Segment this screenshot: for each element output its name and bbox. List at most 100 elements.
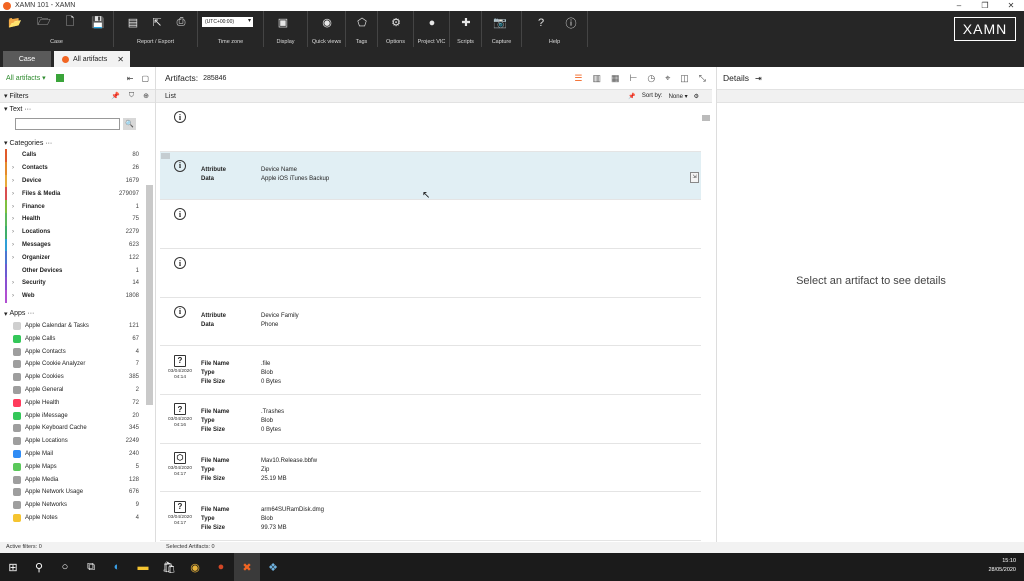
pin-icon[interactable]: 📌 [628,93,635,100]
artifact-row[interactable]: ? 03/04/2020 04:17 File Name arm64SURamDisk… [160,492,701,542]
map-view-icon[interactable]: ⌖ [665,73,670,84]
chevron-right-icon[interactable]: › [12,293,14,299]
save-icon[interactable]: 💾 [91,16,105,29]
file-explorer-icon[interactable]: ▬ [130,553,156,581]
puzzle-icon[interactable]: ✚ [459,16,473,29]
app-item[interactable]: Apple Health 72 [0,396,155,409]
expand-panel-icon[interactable]: ⇥ [755,74,762,83]
app-item[interactable]: Apple Locations 2249 [0,435,155,448]
hierarchy-view-icon[interactable]: ⊢ [630,73,638,84]
eye-icon[interactable]: ◉ [320,16,334,29]
timeline-view-icon[interactable]: ◷ [647,73,655,84]
app-item[interactable]: Apple General 2 [0,384,155,397]
connections-view-icon[interactable]: ⤡ [699,73,706,84]
windows-start-icon[interactable]: ⊞ [0,553,26,581]
app-taskbar-icon[interactable]: ❖ [260,553,286,581]
maximize-button[interactable]: ❐ [972,0,998,11]
app-item[interactable]: Apple Networks 9 [0,499,155,512]
more-icon[interactable]: ··· [43,140,52,147]
text-section-header[interactable]: ▾ Text ··· [0,103,155,115]
cortana-icon[interactable]: ○ [52,553,78,581]
filters-scrollbar[interactable] [146,185,153,405]
categories-header[interactable]: ▾ Categories ··· [0,137,155,149]
print-icon[interactable]: ⎙ [174,16,188,29]
artifact-row[interactable]: i [160,200,701,249]
column-view-icon[interactable]: ▥ [592,73,601,84]
app-item[interactable]: Apple Media 128 [0,473,155,486]
grid-view-icon[interactable] [55,74,64,82]
text-filter-input[interactable] [15,118,120,130]
chrome-icon[interactable]: ◉ [182,553,208,581]
chevron-right-icon[interactable]: › [12,280,14,286]
system-clock[interactable]: 15:10 28/05/2020 [988,557,1016,575]
app-item[interactable]: Apple iMessage 20 [0,409,155,422]
display-icon[interactable]: ▣ [276,16,290,29]
store-icon[interactable]: 🛍 [156,553,182,581]
app-item[interactable]: Apple Keyboard Cache 345 [0,422,155,435]
category-item[interactable]: › Security 14 [0,276,155,290]
open-folder-icon[interactable]: 📂 [8,16,22,29]
app-item[interactable]: Apple Contacts 4 [0,345,155,358]
category-item[interactable]: › Web 1808 [0,289,155,303]
artifact-row[interactable]: i Attribute Device Family Data Phone [160,297,701,347]
task-view-icon[interactable]: ⧉ [78,553,104,581]
timezone-select[interactable]: (UTC+00:00) ▾ [202,17,253,27]
artifact-row[interactable]: i [160,249,701,298]
artifact-row[interactable]: i [160,103,701,152]
search-icon[interactable]: ⚲ [26,553,52,581]
app-item[interactable]: Apple Calls 67 [0,332,155,345]
apps-header[interactable]: ▾ Apps ··· [0,308,155,320]
category-item[interactable]: › Messages 623 [0,238,155,252]
app-item[interactable]: Apple Calendar & Tasks 121 [0,320,155,333]
collapse-panel-icon[interactable]: ⇤ [127,74,134,83]
gear-icon[interactable]: ⚙ [694,93,699,100]
artifact-row[interactable]: ? 03/04/2020 04:16 File Name .Trashes Type Bl… [160,395,701,444]
artifact-row[interactable]: i Attribute Device Name Data Apple iOS iTune… [160,151,701,201]
report-icon[interactable]: ▤ [126,16,140,29]
app-item[interactable]: Apple Notes 4 [0,512,155,525]
gallery-view-icon[interactable]: ▦ [611,73,620,84]
more-icon[interactable]: ··· [25,310,34,317]
category-item[interactable]: › Files & Media 279097 [0,187,155,201]
chevron-right-icon[interactable]: › [12,165,14,171]
chevron-right-icon[interactable]: › [12,255,14,261]
artifact-row[interactable]: ⬡ 03/04/2020 04:17 File Name Mav10.Release.… [160,443,701,493]
more-icon[interactable]: ··· [22,106,31,113]
xamn-taskbar-icon[interactable]: ✖ [234,553,260,581]
close-window-button[interactable]: ✕ [998,0,1024,11]
powerpoint-icon[interactable]: ● [208,553,234,581]
add-folder-icon[interactable]: 🗁 [37,16,51,29]
chevron-right-icon[interactable]: › [12,204,14,210]
list-scrollbar[interactable] [702,115,710,121]
tab-case[interactable]: Case [3,51,51,67]
pin-icon[interactable]: 📌 [111,92,120,100]
export-icon[interactable]: ⇱ [150,16,164,29]
app-item[interactable]: Apple Cookies 385 [0,371,155,384]
gear-icon[interactable]: ⚙ [389,16,403,29]
project-vic-icon[interactable]: ● [425,16,439,29]
app-item[interactable]: Apple Cookie Analyzer 7 [0,358,155,371]
filter-icon[interactable]: ⛉ [129,92,134,100]
close-tab-icon[interactable]: ✕ [117,55,124,64]
view-selector[interactable]: All artifacts ▾ [6,74,46,82]
chevron-right-icon[interactable]: › [12,242,14,248]
category-item[interactable]: › Locations 2279 [0,225,155,239]
minimize-button[interactable]: – [946,0,972,11]
category-item[interactable]: › Contacts 26 [0,161,155,175]
device-icon[interactable]: ▢ [141,74,149,83]
camera-icon[interactable]: 📷 [493,16,507,29]
info-icon[interactable]: ⓘ [564,16,578,30]
help-icon[interactable]: ? [534,16,548,29]
chat-view-icon[interactable]: ◫ [680,73,689,84]
expand-row-button[interactable]: ⇲ [690,171,699,183]
edge-icon[interactable]: ◐ [104,553,130,581]
chevron-right-icon[interactable]: › [12,216,14,222]
tag-icon[interactable]: ⬠ [355,16,369,29]
tab-all-artifacts[interactable]: All artifacts ✕ [54,51,130,67]
chevron-right-icon[interactable]: › [12,229,14,235]
category-item[interactable]: › Health 75 [0,212,155,226]
app-item[interactable]: Apple Mail 240 [0,448,155,461]
app-item[interactable]: Apple Network Usage 676 [0,486,155,499]
category-item[interactable]: › Finance 1 [0,200,155,213]
category-item[interactable]: › Organizer 122 [0,251,155,265]
